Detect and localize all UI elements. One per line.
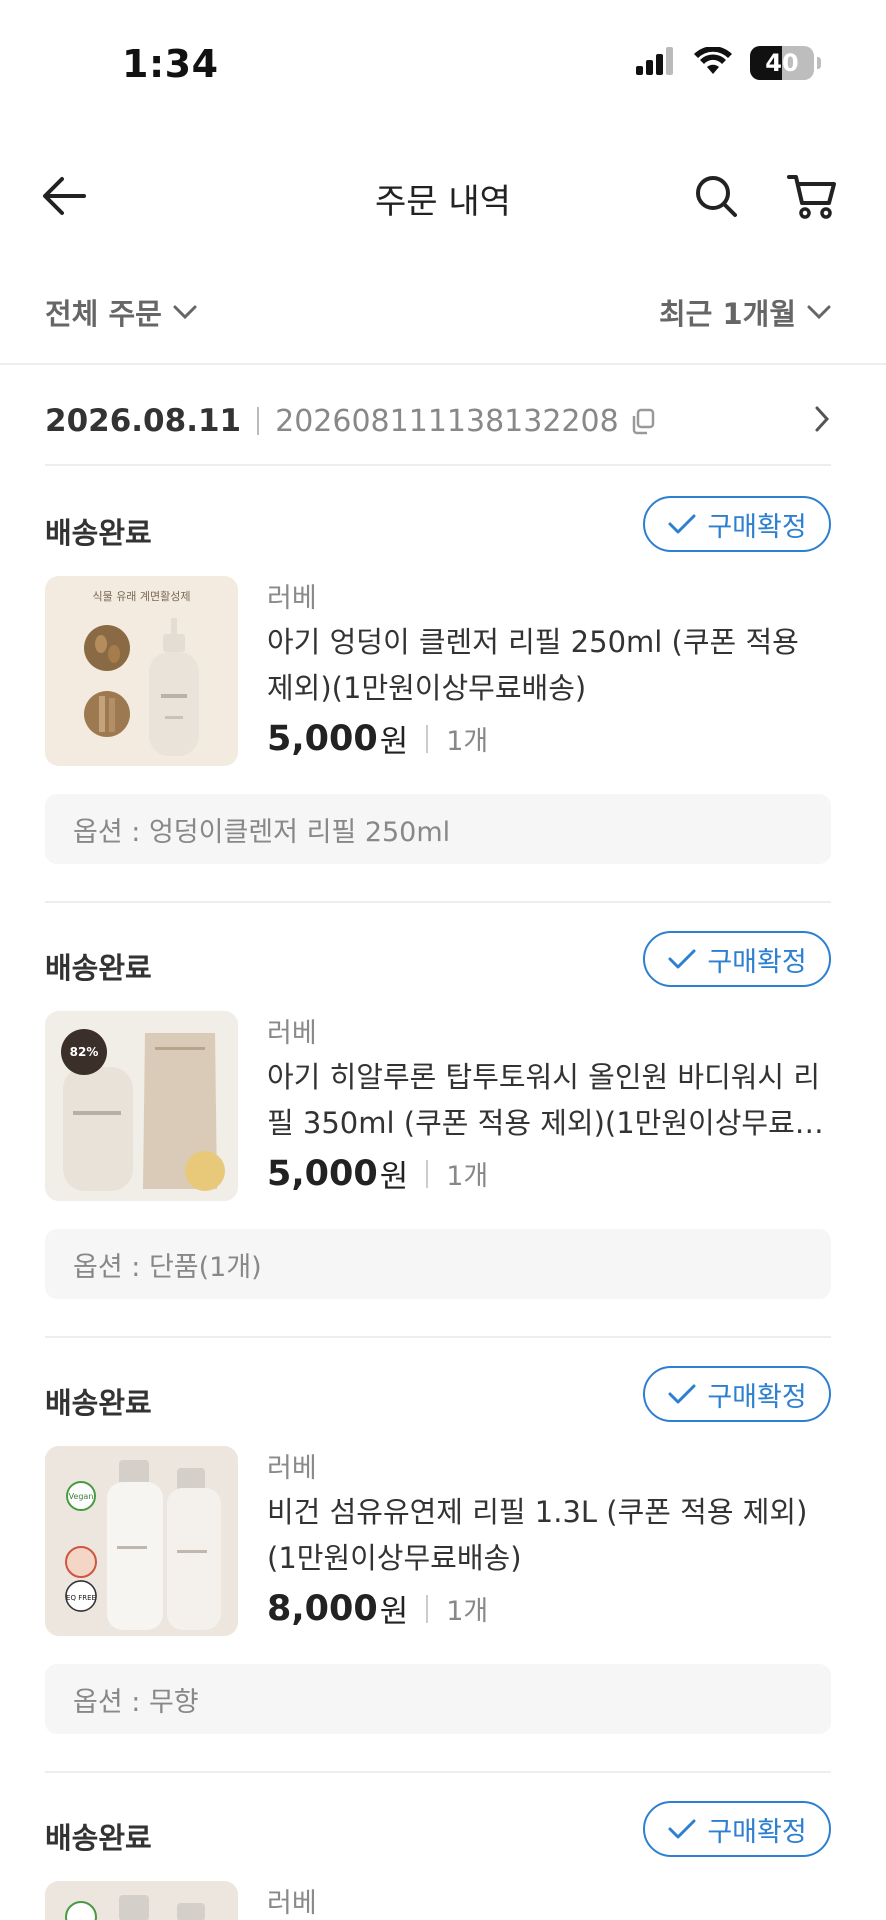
brand-name: 러베 (267, 1888, 317, 1919)
divider (45, 1771, 831, 1773)
check-icon (668, 1384, 696, 1404)
brand-name: 러베 (267, 1453, 317, 1484)
divider (426, 1159, 429, 1188)
status-time: 1:34 (122, 42, 219, 86)
period-label: 최근 1개월 (659, 297, 796, 331)
purchase-confirm-button[interactable]: 구매확정 (643, 496, 831, 552)
divider (45, 1336, 831, 1338)
product-thumbnail[interactable]: 식물 유래 계면활성제 (45, 576, 238, 766)
thumbnail-badge: 82% (61, 1029, 107, 1075)
product-name[interactable]: 아기 엉덩이 클렌저 리필 250ml (쿠폰 적용 제외)(1만원이상무료배송… (267, 619, 831, 711)
order-type-filter[interactable]: 전체 주문 (45, 291, 198, 333)
price: 5,000 (267, 718, 378, 759)
search-button[interactable] (688, 168, 744, 224)
order-item: 배송완료 구매확정 Vegan EQ FREE 러베 비건 섬유유연제 리필 1… (45, 1336, 831, 1771)
quantity: 1개 (446, 1161, 489, 1192)
price-row: 8,000 원 1개 (267, 1586, 488, 1631)
battery-icon: 40 (750, 46, 821, 80)
eq-free-badge: EQ FREE (66, 1594, 96, 1602)
currency: 원 (379, 1594, 409, 1630)
price-row: 5,000 원 1개 (267, 1151, 488, 1196)
product-name[interactable]: 아기 히알루론 탑투토워시 올인원 바디워시 리필 350ml (쿠폰 적용 제… (267, 1054, 831, 1146)
battery-level: 40 (765, 49, 799, 77)
order-type-label: 전체 주문 (45, 297, 162, 331)
status-icons: 40 (636, 46, 821, 80)
product-thumbnail[interactable]: Vegan EQ FREE (45, 1446, 238, 1636)
cart-button[interactable] (784, 168, 840, 224)
cart-icon (787, 175, 836, 219)
quantity: 1개 (446, 726, 489, 757)
status-bar: 1:34 40 (0, 0, 886, 130)
delivery-status: 배송완료 (45, 1386, 152, 1420)
page-title: 주문 내역 (375, 182, 511, 222)
purchase-confirm-label: 구매확정 (707, 1816, 807, 1848)
chevron-down-icon (807, 305, 831, 320)
filter-bar: 전체 주문 최근 1개월 (0, 285, 886, 365)
chevron-right-icon[interactable] (813, 404, 831, 438)
option-info: 옵션 : 단품(1개) (45, 1229, 831, 1299)
divider (426, 724, 429, 753)
chevron-down-icon (173, 305, 197, 320)
price: 8,000 (267, 1588, 378, 1629)
delivery-status: 배송완료 (45, 1821, 152, 1855)
option-info: 옵션 : 엉덩이클렌저 리필 250ml (45, 794, 831, 864)
delivery-status: 배송완료 (45, 516, 152, 550)
app-header: 주문 내역 (0, 150, 886, 242)
product-name[interactable]: 비건 섬유유연제 리필 1.3L (쿠폰 적용 제외)(1만원이상무료배송) (267, 1489, 831, 1581)
vegan-badge: Vegan (66, 1481, 96, 1511)
period-filter[interactable]: 최근 1개월 (659, 291, 832, 333)
order-item: 배송완료 구매확정 82% 러베 아기 히알루론 탑투토워시 올인원 바디워시 … (45, 901, 831, 1336)
brand-name: 러베 (267, 1018, 317, 1049)
product-thumbnail[interactable] (45, 1881, 238, 1920)
copy-icon[interactable] (629, 407, 657, 435)
order-item: 배송완료 구매확정 러베 (45, 1771, 831, 1920)
quantity: 1개 (446, 1596, 489, 1627)
order-item: 배송완료 구매확정 식물 유래 계면활성제 러베 아기 엉덩이 클렌저 리필 2… (45, 466, 831, 901)
purchase-confirm-button[interactable]: 구매확정 (643, 931, 831, 987)
check-icon (668, 949, 696, 969)
brand-name: 러베 (267, 583, 317, 614)
currency: 원 (379, 724, 409, 760)
order-number: 202608111138132208 (275, 403, 619, 439)
purchase-confirm-label: 구매확정 (707, 946, 807, 978)
check-icon (668, 514, 696, 534)
purchase-confirm-button[interactable]: 구매확정 (643, 1801, 831, 1857)
divider (426, 1594, 429, 1623)
wifi-icon (694, 46, 732, 79)
purchase-confirm-button[interactable]: 구매확정 (643, 1366, 831, 1422)
purchase-confirm-label: 구매확정 (707, 1381, 807, 1413)
delivery-status: 배송완료 (45, 951, 152, 985)
price-row: 5,000 원 1개 (267, 716, 488, 761)
search-icon (696, 176, 737, 217)
product-thumbnail[interactable]: 82% (45, 1011, 238, 1201)
currency: 원 (379, 1159, 409, 1195)
thumbnail-caption: 식물 유래 계면활성제 (92, 590, 191, 603)
divider (257, 407, 260, 435)
option-info: 옵션 : 무향 (45, 1664, 831, 1734)
order-date: 2026.08.11 (45, 403, 242, 439)
divider (45, 901, 831, 903)
cellular-signal-icon (636, 47, 676, 79)
order-header[interactable]: 2026.08.11 202608111138132208 (45, 378, 831, 466)
purchase-confirm-label: 구매확정 (707, 511, 807, 543)
check-icon (668, 1819, 696, 1839)
price: 5,000 (267, 1153, 378, 1194)
